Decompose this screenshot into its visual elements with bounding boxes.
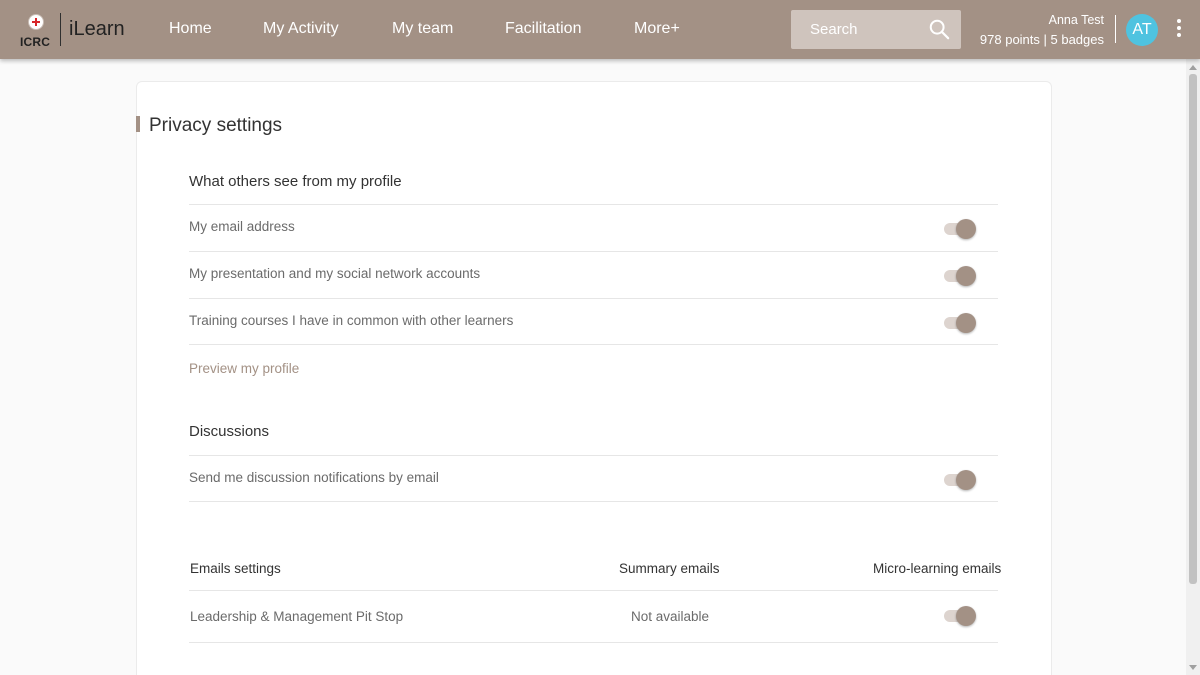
- row-divider: [189, 344, 998, 345]
- nav-home[interactable]: Home: [169, 20, 212, 38]
- table-row: Leadership & Management Pit Stop Not ava…: [189, 590, 998, 642]
- setting-row-courses: Training courses I have in common with o…: [189, 298, 998, 345]
- nav-more[interactable]: More+: [634, 20, 680, 38]
- discussion-notifications-toggle[interactable]: [942, 469, 978, 490]
- search-icon[interactable]: [928, 18, 950, 40]
- setting-row-email: My email address: [189, 204, 998, 251]
- profile-section-heading: What others see from my profile: [189, 173, 402, 190]
- scroll-down-arrow-icon[interactable]: [1189, 665, 1197, 670]
- search-box: [791, 10, 961, 49]
- setting-label: Training courses I have in common with o…: [189, 313, 514, 328]
- common-courses-visibility-toggle[interactable]: [942, 312, 978, 333]
- org-logo-text[interactable]: ICRC: [20, 35, 50, 49]
- user-points-badges[interactable]: 978 points | 5 badges: [980, 32, 1104, 47]
- privacy-settings-card: [136, 81, 1052, 675]
- nav-facilitation[interactable]: Facilitation: [505, 20, 581, 38]
- column-header-micro-learning-emails: Micro-learning emails: [873, 561, 1002, 576]
- row-divider: [189, 501, 998, 502]
- email-visibility-toggle[interactable]: [942, 218, 978, 239]
- column-header-emails-settings: Emails settings: [190, 561, 281, 576]
- micro-learning-emails-toggle[interactable]: [942, 605, 978, 626]
- setting-label: Send me discussion notifications by emai…: [189, 470, 439, 485]
- scroll-up-arrow-icon[interactable]: [1189, 65, 1197, 70]
- course-name: Leadership & Management Pit Stop: [190, 609, 404, 624]
- discussions-section-heading: Discussions: [189, 423, 270, 440]
- setting-label: My presentation and my social network ac…: [189, 266, 481, 281]
- top-navigation-bar: ICRC iLearn Home My Activity My team Fac…: [0, 0, 1200, 59]
- setting-row-presentation: My presentation and my social network ac…: [189, 251, 998, 298]
- row-divider: [189, 642, 998, 643]
- scrollbar-thumb[interactable]: [1189, 74, 1197, 584]
- title-accent-bar: [136, 116, 140, 132]
- nav-my-activity[interactable]: My Activity: [263, 20, 339, 38]
- setting-row-discussion-notifications: Send me discussion notifications by emai…: [189, 455, 998, 502]
- preview-profile-link[interactable]: Preview my profile: [189, 361, 299, 376]
- column-header-summary-emails: Summary emails: [619, 561, 720, 576]
- app-logo[interactable]: iLearn: [69, 18, 125, 41]
- logo-divider: [60, 13, 61, 46]
- more-options-icon[interactable]: [1174, 19, 1184, 41]
- page-title: Privacy settings: [149, 115, 283, 136]
- search-input[interactable]: [791, 10, 921, 49]
- user-divider: [1115, 15, 1116, 43]
- avatar[interactable]: AT: [1126, 14, 1158, 46]
- setting-label: My email address: [189, 219, 295, 234]
- summary-emails-status: Not available: [631, 609, 710, 624]
- user-name[interactable]: Anna Test: [1049, 13, 1104, 27]
- red-cross-emblem-icon: [28, 14, 44, 30]
- nav-my-team[interactable]: My team: [392, 20, 453, 38]
- presentation-visibility-toggle[interactable]: [942, 265, 978, 286]
- page-scrollbar[interactable]: [1186, 59, 1200, 675]
